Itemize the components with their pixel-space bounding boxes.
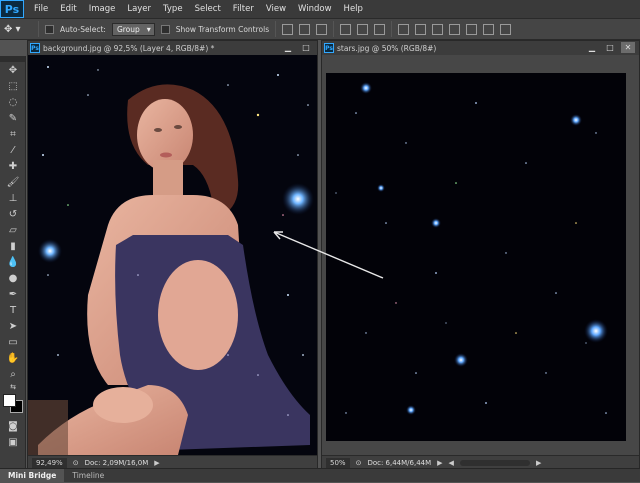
auto-align-icon[interactable] [500,23,512,35]
menu-type[interactable]: Type [157,0,189,18]
type-tool-icon[interactable]: T [0,302,26,318]
lasso-tool-icon[interactable]: ◌ [0,94,26,110]
canvas-background[interactable] [28,55,317,455]
minimize-icon[interactable]: ▁ [281,42,295,53]
document-window-background: Ps background.jpg @ 92,5% (Layer 4, RGB/… [27,40,318,469]
color-swatches[interactable] [0,392,25,418]
zoom-tool-icon[interactable]: ⌕ [0,366,26,382]
bottom-panel-tabs: Mini Bridge Timeline [0,468,640,483]
document-title: stars.jpg @ 50% (RGB/8#) [337,43,437,53]
history-brush-tool-icon[interactable]: ↺ [0,206,26,222]
window-controls: ▁ □ ✕ [585,42,635,53]
tab-timeline[interactable]: Timeline [64,469,112,483]
path-select-tool-icon[interactable]: ➤ [0,318,26,334]
foreground-color-swatch[interactable] [3,394,16,407]
document-size: Doc: 2,09M/16,0M [84,458,149,467]
document-tab-stars[interactable]: Ps stars.jpg @ 50% (RGB/8#) ▁ □ ✕ [322,41,639,55]
brush-tool-icon[interactable]: 🖌 [0,174,26,190]
shape-tool-icon[interactable]: ▭ [0,334,26,350]
document-title: background.jpg @ 92,5% (Layer 4, RGB/8#)… [43,43,215,53]
divider [391,21,393,37]
pen-tool-icon[interactable]: ✒ [0,286,26,302]
document-window-stars: Ps stars.jpg @ 50% (RGB/8#) ▁ □ ✕ 50% ⊙ … [321,40,640,469]
marquee-tool-icon[interactable]: ⬚ [0,78,26,94]
menu-edit[interactable]: Edit [54,0,82,18]
status-menu-arrow-icon[interactable]: ▶ [437,459,442,467]
distribute-top-icon[interactable] [398,23,410,35]
stars-image [326,73,626,441]
divider [275,21,277,37]
eyedropper-tool-icon[interactable]: ⁄ [0,142,26,158]
divider [38,21,39,37]
scroll-left-icon[interactable]: ◀ [449,459,454,467]
quick-select-tool-icon[interactable]: ✎ [0,110,26,126]
composite-image [28,55,317,455]
align-hcenter-icon[interactable] [357,23,369,35]
move-tool-preset-icon[interactable]: ✥ ▾ [4,21,32,37]
swap-colors-icon[interactable]: ⇆ [0,382,26,392]
distribute-hcenter-icon[interactable] [466,23,478,35]
menu-file[interactable]: File [28,0,54,18]
menu-image[interactable]: Image [83,0,122,18]
menu-view[interactable]: View [260,0,292,18]
dodge-tool-icon[interactable]: ● [0,270,26,286]
healing-brush-tool-icon[interactable]: ✚ [0,158,26,174]
distribute-left-icon[interactable] [449,23,461,35]
gradient-tool-icon[interactable]: ▮ [0,238,26,254]
canvas-stars[interactable] [326,73,626,441]
auto-select-dropdown[interactable]: Group [111,22,155,36]
status-bar-background: 92,49% ⊙ Doc: 2,09M/16,0M ▶ [28,455,317,469]
menu-help[interactable]: Help [338,0,369,18]
hand-tool-icon[interactable]: ✋ [0,350,26,366]
zoom-field[interactable]: 50% [326,457,350,468]
minimize-icon[interactable]: ▁ [585,42,599,53]
divider [333,21,335,37]
eraser-tool-icon[interactable]: ▱ [0,222,26,238]
close-icon[interactable]: ✕ [621,42,635,53]
zoom-field[interactable]: 92,49% [32,457,67,468]
move-tool-icon[interactable]: ✥ [0,62,26,78]
window-controls: ▁ □ [281,42,313,53]
quick-mask-icon[interactable]: ◙ [0,418,26,434]
clone-stamp-tool-icon[interactable]: ⊥ [0,190,26,206]
distribute-right-icon[interactable] [483,23,495,35]
blur-tool-icon[interactable]: 💧 [0,254,26,270]
document-tab-background[interactable]: Ps background.jpg @ 92,5% (Layer 4, RGB/… [28,41,317,55]
options-bar: ✥ ▾ Auto-Select: Group Show Transform Co… [0,18,640,40]
document-size: Doc: 6,44M/6,44M [367,458,432,467]
tab-mini-bridge[interactable]: Mini Bridge [0,468,65,483]
menu-layer[interactable]: Layer [121,0,157,18]
align-vcenter-icon[interactable] [299,23,311,35]
maximize-icon[interactable]: □ [603,42,617,53]
show-transform-label: Show Transform Controls [175,24,270,34]
auto-select-label: Auto-Select: [60,24,106,34]
distribute-vcenter-icon[interactable] [415,23,427,35]
ps-doc-icon: Ps [30,43,40,53]
status-bar-stars: 50% ⊙ Doc: 6,44M/6,44M ▶ ◀ ▶ [322,455,639,469]
horizontal-scrollbar[interactable] [459,459,530,466]
navigator-icon[interactable]: ⊙ [73,459,79,467]
screen-mode-icon[interactable]: ▣ [0,434,26,450]
photoshop-logo: Ps [0,0,24,18]
auto-select-checkbox[interactable] [45,24,54,34]
ps-doc-icon: Ps [324,43,334,53]
maximize-icon[interactable]: □ [299,42,313,53]
crop-tool-icon[interactable]: ⌗ [0,126,26,142]
menu-window[interactable]: Window [292,0,338,18]
scroll-right-icon[interactable]: ▶ [536,459,541,467]
menu-bar: Ps File Edit Image Layer Type Select Fil… [0,0,640,18]
distribute-bottom-icon[interactable] [432,23,444,35]
navigator-icon[interactable]: ⊙ [356,459,362,467]
align-right-icon[interactable] [374,23,386,35]
align-top-icon[interactable] [282,23,294,35]
menu-select[interactable]: Select [189,0,227,18]
tools-panel: ✥ ⬚ ◌ ✎ ⌗ ⁄ ✚ 🖌 ⊥ ↺ ▱ ▮ 💧 ● ✒ T ➤ ▭ ✋ ⌕ … [0,56,26,468]
show-transform-checkbox[interactable] [160,24,170,34]
menu-filter[interactable]: Filter [227,0,260,18]
align-left-icon[interactable] [340,23,352,35]
align-bottom-icon[interactable] [316,23,328,35]
status-menu-arrow-icon[interactable]: ▶ [154,459,159,467]
